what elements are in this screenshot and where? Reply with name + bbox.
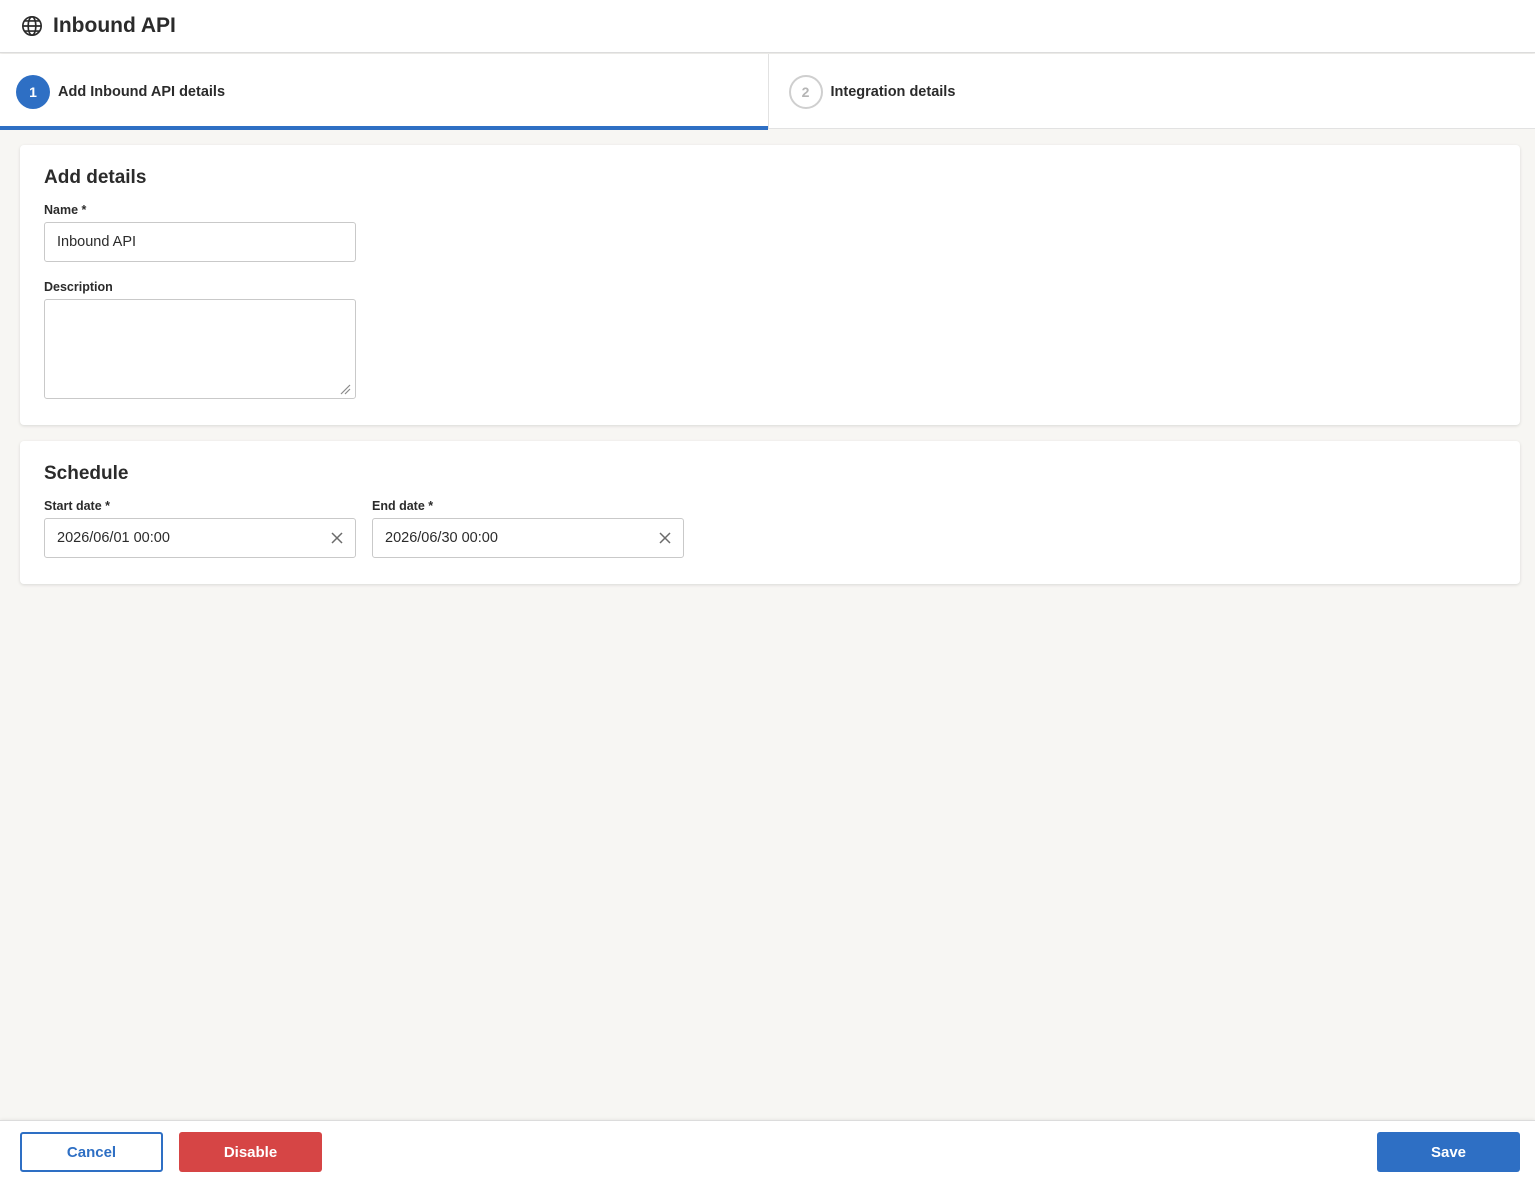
clear-icon[interactable]: [329, 530, 345, 546]
start-date-value: 2026/06/01 00:00: [57, 530, 170, 546]
name-label: Name *: [44, 203, 87, 217]
details-card: Add details Name * Inbound API Descripti…: [20, 145, 1520, 425]
footer-bar: Cancel Disable Save: [0, 1120, 1535, 1178]
description-textarea[interactable]: [44, 299, 356, 399]
date-row: Start date * 2026/06/01 00:00 End date *…: [44, 499, 1496, 558]
end-date-field: End date * 2026/06/30 00:00: [372, 499, 684, 558]
schedule-heading: Schedule: [44, 463, 129, 484]
save-button[interactable]: Save: [1377, 1132, 1520, 1172]
start-date-input[interactable]: 2026/06/01 00:00: [44, 518, 356, 558]
clear-icon[interactable]: [657, 530, 673, 546]
end-date-input[interactable]: 2026/06/30 00:00: [372, 518, 684, 558]
step-label: Integration details: [830, 83, 956, 100]
step-add-details[interactable]: 1 Add Inbound API details: [0, 54, 768, 130]
resize-grip-icon[interactable]: [339, 382, 351, 395]
description-label: Description: [44, 280, 113, 294]
end-date-value: 2026/06/30 00:00: [385, 530, 498, 546]
step-integration-details[interactable]: 2 Integration details: [767, 54, 1535, 129]
step-label: Add Inbound API details: [58, 83, 226, 100]
step-number: 2: [788, 74, 823, 109]
cancel-button[interactable]: Cancel: [20, 1132, 163, 1172]
start-date-field: Start date * 2026/06/01 00:00: [44, 499, 356, 558]
name-input[interactable]: Inbound API: [44, 222, 356, 262]
end-date-label: End date *: [372, 499, 434, 513]
start-date-label: Start date *: [44, 499, 110, 513]
step-number: 1: [16, 74, 50, 109]
disable-button[interactable]: Disable: [179, 1132, 322, 1172]
details-heading: Add details: [44, 167, 147, 188]
page-title: Inbound API: [53, 14, 176, 37]
stepper: 1 Add Inbound API details 2 Integration …: [0, 54, 1535, 130]
globe-icon: [21, 15, 43, 37]
schedule-card: Schedule Start date * 2026/06/01 00:00 E…: [20, 441, 1520, 584]
page-header: Inbound API: [0, 0, 1535, 53]
